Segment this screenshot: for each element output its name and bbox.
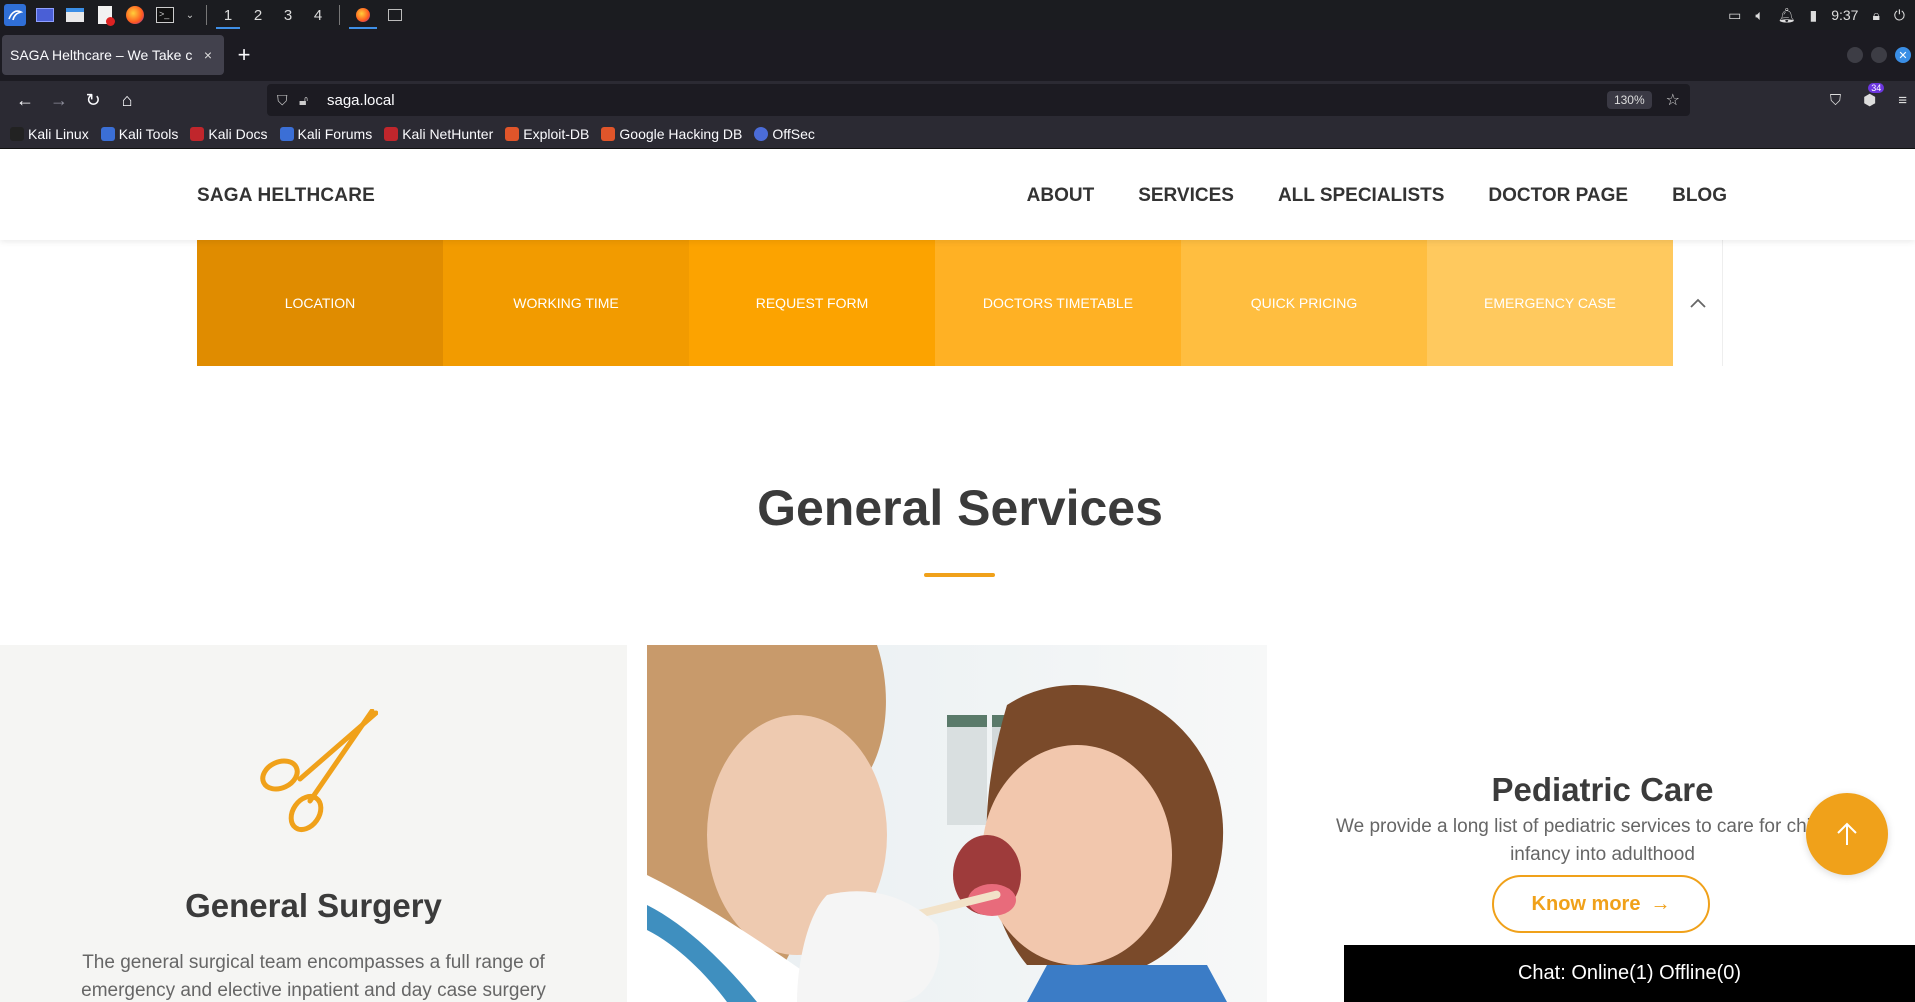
browser-tab-strip: SAGA Helthcare – We Take c × + ✕ [0, 30, 1915, 81]
bookmark-kali-docs[interactable]: Kali Docs [190, 126, 268, 142]
bookmark-exploit-db[interactable]: Exploit-DB [505, 126, 589, 142]
text-editor-icon[interactable] [94, 4, 116, 26]
pocket-icon[interactable]: ⛉ [1830, 92, 1841, 109]
bookmark-kali-tools[interactable]: Kali Tools [100, 126, 178, 142]
menu-item-blog[interactable]: BLOG [1672, 185, 1727, 207]
minimize-button[interactable] [1847, 47, 1863, 63]
bookmark-kali-forums[interactable]: Kali Forums [279, 126, 372, 142]
workspace-1[interactable]: 1 [213, 0, 243, 30]
power-icon[interactable]: ⏻ [1894, 7, 1905, 24]
kali-nethunter-icon [384, 126, 399, 141]
tab-saga-healthcare[interactable]: SAGA Helthcare – We Take c × [2, 35, 224, 75]
notification-bell-icon[interactable]: 🔔︎ [1778, 7, 1796, 24]
os-taskbar: >_ ⌄ 1 2 3 4 ▭ 🔈︎ 🔔︎ ▮ 9:37 🔒︎ ⏻ [0, 0, 1915, 30]
battery-icon[interactable]: ▮ [1810, 7, 1818, 24]
hamburger-menu-icon[interactable]: ≡ [1898, 92, 1907, 109]
shield-icon[interactable]: ⛉ [277, 92, 299, 109]
chevron-down-icon[interactable]: ⌄ [184, 4, 196, 26]
pediatric-care-description: We provide a long list of pediatric serv… [1336, 816, 1869, 865]
tab-title: SAGA Helthcare – We Take c [10, 47, 193, 63]
menu-item-doctor-page[interactable]: DOCTOR PAGE [1488, 185, 1628, 207]
surgical-scissors-icon [260, 709, 378, 833]
quick-location[interactable]: LOCATION [197, 240, 443, 366]
url-text[interactable]: saga.local [327, 92, 395, 109]
site-brand[interactable]: SAGA HELTHCARE [197, 185, 375, 207]
bookmarks-bar: Kali Linux Kali Tools Kali Docs Kali For… [0, 119, 1915, 149]
close-window-button[interactable]: ✕ [1895, 47, 1911, 63]
menu-item-services[interactable]: SERVICES [1138, 185, 1234, 207]
bookmark-kali-nethunter[interactable]: Kali NetHunter [384, 126, 493, 142]
kali-linux-icon [10, 126, 24, 141]
browser-nav-bar: ← → ↻ ⌂ ⛉ 🔓︎ saga.local 130% ☆ ⛉ ⬢ 34 ≡ [0, 81, 1915, 119]
general-surgery-description: The general surgical team encompasses a … [81, 952, 546, 1001]
volume-icon[interactable]: 🔈︎ [1755, 7, 1763, 24]
show-desktop-icon[interactable] [34, 4, 56, 26]
bookmark-offsec[interactable]: OffSec [754, 126, 815, 142]
extension-icon[interactable]: ⬢ 34 [1863, 83, 1885, 109]
insecure-lock-icon[interactable]: 🔓︎ [299, 92, 321, 109]
kali-forums-icon [279, 126, 294, 141]
extension-badge: 34 [1868, 83, 1885, 93]
taskbar-separator [206, 5, 207, 25]
back-arrow-icon[interactable]: ← [8, 84, 42, 116]
arrow-right-icon: → [1650, 892, 1671, 915]
site-header: SAGA HELTHCARE ABOUT SERVICES ALL SPECIA… [0, 149, 1915, 240]
file-manager-icon[interactable] [64, 4, 86, 26]
terminal-window-button[interactable] [380, 0, 410, 30]
kali-docs-icon [190, 126, 205, 141]
know-more-button[interactable]: Know more → [1492, 875, 1710, 933]
terminal-icon[interactable]: >_ [154, 4, 176, 26]
main-menu: ABOUT SERVICES ALL SPECIALISTS DOCTOR PA… [1027, 185, 1727, 207]
kali-tools-icon [100, 126, 115, 141]
menu-item-about[interactable]: ABOUT [1027, 185, 1095, 207]
page-viewport: SAGA HELTHCARE ABOUT SERVICES ALL SPECIA… [0, 149, 1915, 1002]
zoom-level[interactable]: 130% [1606, 91, 1652, 109]
collapse-chevron-icon[interactable] [1673, 240, 1723, 366]
know-more-label: Know more [1531, 892, 1641, 915]
exploit-db-icon [505, 126, 520, 141]
close-tab-icon[interactable]: × [200, 47, 216, 63]
taskbar-separator [339, 5, 340, 25]
home-icon[interactable]: ⌂ [110, 84, 144, 116]
menu-item-all-specialists[interactable]: ALL SPECIALISTS [1278, 185, 1444, 207]
forward-arrow-icon[interactable]: → [42, 84, 76, 116]
bookmark-kali-linux[interactable]: Kali Linux [10, 126, 89, 142]
workspace-2[interactable]: 2 [243, 0, 273, 30]
lock-icon[interactable]: 🔒︎ [1872, 7, 1879, 24]
new-tab-button[interactable]: + [224, 35, 264, 75]
google-hacking-db-icon [601, 126, 616, 141]
firefox-window-button[interactable] [346, 0, 380, 30]
quick-working-time[interactable]: WORKING TIME [443, 240, 689, 366]
quick-pricing[interactable]: QUICK PRICING [1181, 240, 1427, 366]
quick-request-form[interactable]: REQUEST FORM [689, 240, 935, 366]
general-surgery-title: General Surgery [185, 887, 442, 924]
pediatric-photo [647, 645, 1267, 1002]
scroll-to-top-button[interactable] [1806, 793, 1888, 875]
kali-menu-icon[interactable] [4, 4, 26, 26]
workspace-3[interactable]: 3 [273, 0, 303, 30]
quick-emergency-case[interactable]: EMERGENCY CASE [1427, 240, 1673, 366]
section-title: General Services [757, 480, 1163, 536]
clock[interactable]: 9:37 [1831, 7, 1858, 23]
title-underline [924, 573, 995, 577]
offsec-icon [754, 126, 769, 141]
chat-widget[interactable]: Chat: Online(1) Offline(0) [1344, 945, 1915, 1002]
quick-access-bar: LOCATION WORKING TIME REQUEST FORM DOCTO… [197, 240, 1723, 366]
display-icon[interactable]: ▭ [1728, 7, 1741, 24]
bookmark-star-icon[interactable]: ☆ [1666, 90, 1680, 110]
bookmark-google-hacking-db[interactable]: Google Hacking DB [601, 126, 742, 142]
firefox-icon[interactable] [124, 4, 146, 26]
maximize-button[interactable] [1871, 47, 1887, 63]
url-bar[interactable]: ⛉ 🔓︎ saga.local 130% ☆ [267, 84, 1690, 116]
quick-doctors-timetable[interactable]: DOCTORS TIMETABLE [935, 240, 1181, 366]
arrow-up-icon [1837, 822, 1857, 845]
workspace-4[interactable]: 4 [303, 0, 333, 30]
reload-icon[interactable]: ↻ [76, 84, 110, 116]
